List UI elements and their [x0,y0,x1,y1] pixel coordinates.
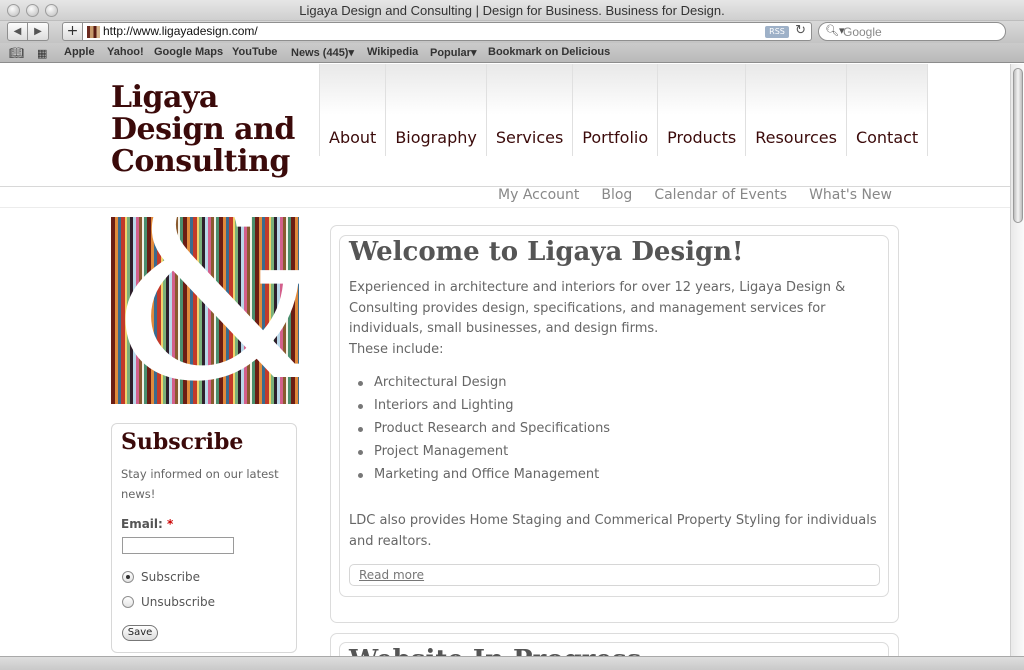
email-label-text: Email: [121,517,163,531]
web-page: Ligaya Design and Consulting About Biogr… [0,64,1010,656]
email-field[interactable] [122,537,234,554]
nav-label: Portfolio [582,128,649,147]
nav-label: Contact [855,128,919,147]
bookmark-youtube[interactable]: YouTube [232,46,277,58]
subscribe-description: Stay informed on our latest news! [121,467,279,501]
vertical-scrollbar[interactable] [1010,64,1024,656]
nav-label: Resources [755,128,837,147]
grid-icon[interactable]: ▦ [37,47,47,60]
back-button[interactable]: ◀ [7,22,28,41]
bookmark-yahoo[interactable]: Yahoo! [107,46,144,58]
read-more-link[interactable]: Read more [359,568,424,582]
ampersand-glyph: & [111,217,299,404]
nav-item-biography[interactable]: Biography [385,64,486,156]
required-marker: * [167,517,174,531]
logo-line: Consulting [111,144,290,179]
list-item: Project Management [358,440,610,463]
services-list: Architectural Design Interiors and Light… [358,371,610,486]
back-arrow-icon: ◀ [13,26,22,37]
bookmarks-bar: 📖︎ ▦ Apple Yahoo! Google Maps YouTube Ne… [0,43,1024,63]
subscribe-box: Subscribe Stay informed on our latest ne… [111,423,297,653]
site-logo[interactable]: Ligaya Design and Consulting [111,82,295,178]
browser-toolbar: ◀ ▶ + http://www.ligayadesign.com/ RSS ↻… [0,21,1024,43]
bookmark-popular[interactable]: Popular▾ [430,46,476,59]
unsubscribe-option[interactable]: Unsubscribe [122,595,215,609]
address-bar[interactable]: http://www.ligayadesign.com/ RSS ↻ [83,22,812,41]
save-button[interactable]: Save [122,625,158,641]
search-icon: 🔍︎▾ [825,24,845,37]
subnav-calendar-of-events[interactable]: Calendar of Events [654,187,787,203]
url-text[interactable]: http://www.ligayadesign.com/ [103,24,258,38]
read-more-bar: Read more [349,564,880,586]
nav-label: Products [667,128,737,147]
window-title: Ligaya Design and Consulting | Design fo… [299,3,725,18]
second-panel-title: Website In Progress [349,645,641,656]
status-bar [0,656,1024,670]
subscribe-option[interactable]: Subscribe [122,570,200,584]
rss-button[interactable]: RSS [765,26,789,38]
nav-item-portfolio[interactable]: Portfolio [572,64,658,156]
bookmark-wikipedia[interactable]: Wikipedia [367,46,418,58]
welcome-title: Welcome to Ligaya Design! [349,237,744,267]
forward-button[interactable]: ▶ [28,22,49,41]
open-book-icon[interactable]: 📖︎ [9,46,24,60]
nav-item-resources[interactable]: Resources [745,64,846,156]
bookmark-delicious[interactable]: Bookmark on Delicious [488,46,610,58]
list-item: Architectural Design [358,371,610,394]
unsubscribe-option-label: Unsubscribe [141,595,215,609]
nav-item-services[interactable]: Services [485,64,573,156]
add-bookmark-button[interactable]: + [62,22,83,41]
subscribe-title: Subscribe [121,429,244,455]
includes-label: These include: [349,341,444,357]
unsubscribe-radio[interactable] [122,596,134,608]
window-titlebar: Ligaya Design and Consulting | Design fo… [0,0,1024,21]
bookmark-news[interactable]: News (445)▾ [291,46,354,59]
ampersand-stripes-image: & [111,217,299,404]
search-field[interactable]: 🔍︎▾ Google [818,22,1006,41]
nav-label: Biography [395,128,477,147]
scrollbar-thumb[interactable] [1013,68,1023,223]
nav-item-about[interactable]: About [319,64,386,156]
list-item: Product Research and Specifications [358,417,610,440]
intro-paragraph: Experienced in architecture and interior… [349,280,846,336]
subnav-whats-new[interactable]: What's New [809,187,892,203]
staging-paragraph: LDC also provides Home Staging and Comme… [349,513,877,549]
list-item: Marketing and Office Management [358,463,610,486]
subnav-blog[interactable]: Blog [601,187,632,203]
forward-arrow-icon: ▶ [34,26,42,37]
list-item: Interiors and Lighting [358,394,610,417]
welcome-intro: Experienced in architecture and interior… [349,278,884,360]
subnav-my-account[interactable]: My Account [498,187,579,203]
bookmark-google-maps[interactable]: Google Maps [154,46,223,58]
nav-item-products[interactable]: Products [657,64,746,156]
logo-line: Design and [111,112,295,147]
nav-label: Services [495,128,564,147]
nav-label: About [329,128,377,147]
nav-item-contact[interactable]: Contact [845,64,929,156]
main-navigation: About Biography Services Portfolio Produ… [319,64,929,156]
bookmark-apple[interactable]: Apple [64,46,95,58]
subscribe-option-label: Subscribe [141,570,200,584]
search-placeholder: Google [843,25,882,39]
subscribe-radio[interactable] [122,571,134,583]
reload-icon[interactable]: ↻ [795,23,806,38]
secondary-navigation: My Account Blog Calendar of Events What'… [498,187,892,203]
email-label: Email: * [121,517,173,531]
site-favicon-icon [87,26,100,38]
logo-line: Ligaya [111,80,218,115]
